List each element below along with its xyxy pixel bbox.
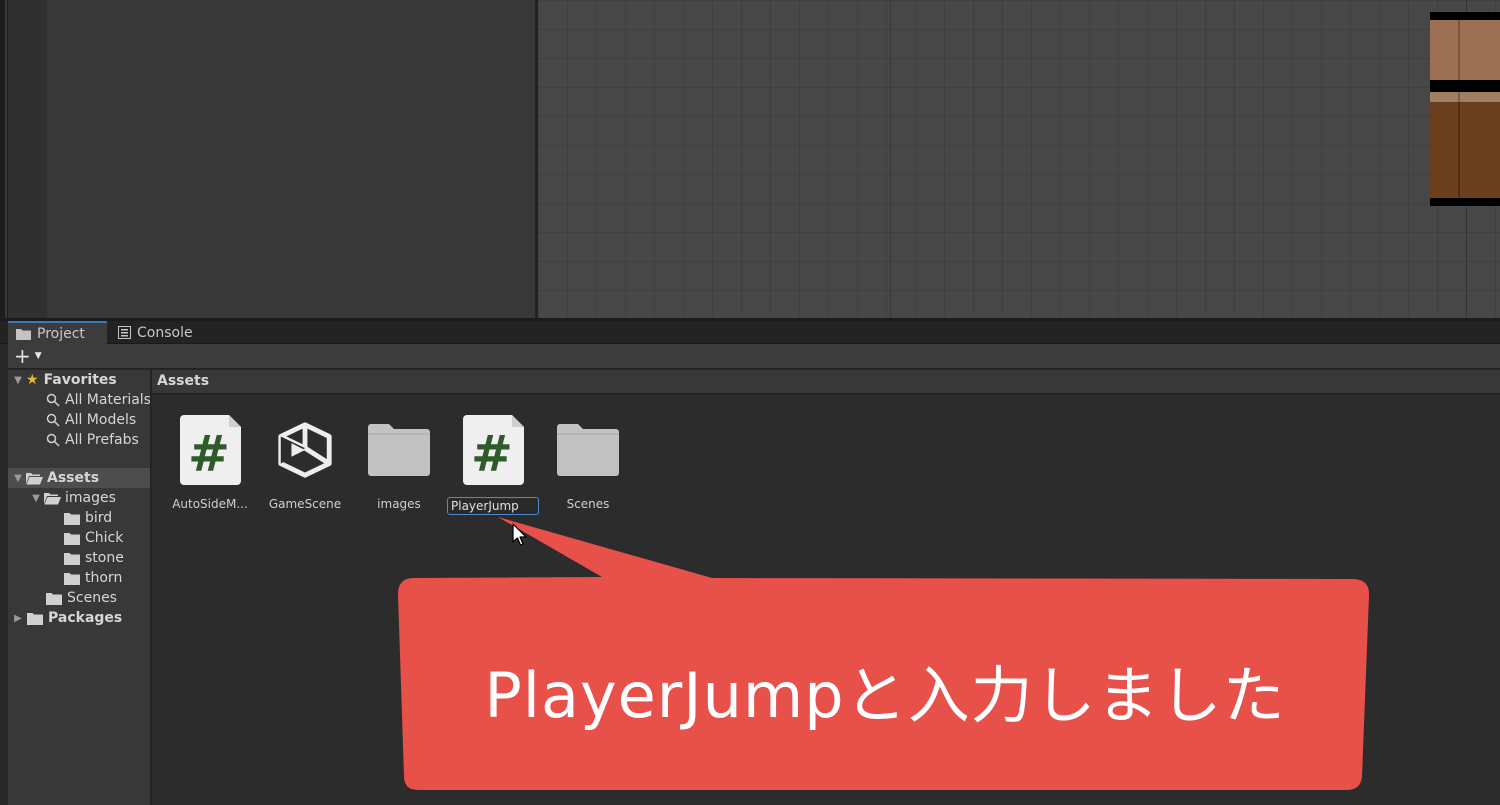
search-icon [46, 413, 60, 427]
tree-packages[interactable]: ▶ Packages [8, 608, 150, 628]
csharp-script-icon: # [462, 415, 524, 485]
asset-gamescene[interactable]: GameScene [258, 410, 352, 511]
csharp-script-icon: # [179, 415, 241, 485]
folder-icon [64, 532, 80, 545]
folder-icon [27, 612, 43, 625]
dropdown-arrow-icon: ▼ [34, 351, 42, 361]
tree-assets[interactable]: ▼ Assets [8, 468, 150, 488]
tree-item-thorn[interactable]: thorn [8, 568, 150, 588]
svg-text:#: # [188, 425, 230, 483]
unity-scene-icon [278, 422, 332, 478]
console-icon [118, 326, 131, 339]
callout-text: PlayerJumpと入力しました [484, 659, 1286, 732]
asset-label: Scenes [566, 497, 610, 511]
tree-item-bird[interactable]: bird [8, 508, 150, 528]
scene-grid-axis [890, 0, 891, 318]
tree-item-all-models[interactable]: All Models [8, 410, 150, 430]
svg-text:#: # [471, 425, 513, 483]
expand-arrow-icon[interactable]: ▼ [12, 375, 24, 386]
tab-console[interactable]: Console [110, 321, 208, 344]
tab-bar: Project Console [0, 321, 1500, 344]
tab-label: Console [137, 324, 193, 341]
hierarchy-panel[interactable] [47, 0, 535, 318]
folder-icon [64, 512, 80, 525]
mouse-cursor-icon [512, 523, 527, 546]
plus-icon: + [14, 344, 31, 368]
asset-label: AutoSideM... [172, 497, 248, 511]
tree-item-stone[interactable]: stone [8, 548, 150, 568]
scene-view[interactable] [538, 0, 1500, 318]
tab-label: Project [37, 325, 85, 342]
search-icon [46, 433, 60, 447]
folder-open-icon [26, 472, 43, 484]
asset-label: GameScene [268, 497, 342, 511]
tree-favorites[interactable]: ▼ ★ Favorites [8, 370, 150, 390]
folder-icon [46, 592, 62, 605]
project-toolbar: + ▼ [8, 344, 1500, 369]
asset-label: images [377, 497, 421, 511]
rename-input[interactable] [447, 497, 539, 515]
hierarchy-gutter [8, 0, 47, 318]
folder-icon [557, 424, 619, 476]
expand-arrow-icon[interactable]: ▼ [30, 493, 42, 504]
folder-open-icon [44, 492, 61, 504]
project-tree[interactable]: ▼ ★ Favorites All Materials All Models A… [8, 370, 151, 805]
folder-icon [16, 328, 31, 340]
ground-sprite[interactable] [1430, 12, 1500, 206]
folder-icon [64, 572, 80, 585]
asset-playerjump[interactable]: # [446, 410, 540, 515]
collapse-arrow-icon[interactable]: ▶ [12, 613, 24, 624]
folder-icon [64, 552, 80, 565]
add-asset-button[interactable]: + ▼ [14, 346, 42, 366]
asset-images-folder[interactable]: images [352, 410, 446, 511]
folder-icon [368, 424, 430, 476]
tree-item-all-materials[interactable]: All Materials [8, 390, 150, 410]
asset-autosidem[interactable]: # AutoSideM... [163, 410, 257, 511]
tree-item-chick[interactable]: Chick [8, 528, 150, 548]
breadcrumb[interactable]: Assets [152, 370, 1500, 394]
tree-item-scenes[interactable]: Scenes [8, 588, 150, 608]
tab-project[interactable]: Project [8, 321, 107, 344]
window-edge [0, 0, 8, 318]
star-icon: ★ [26, 372, 39, 388]
search-icon [46, 393, 60, 407]
expand-arrow-icon[interactable]: ▼ [12, 473, 24, 484]
asset-grid[interactable]: # AutoSideM... GameScene images # Player… [152, 395, 1500, 805]
tree-item-all-prefabs[interactable]: All Prefabs [8, 430, 150, 450]
tree-images[interactable]: ▼ images [8, 488, 150, 508]
asset-scenes-folder[interactable]: Scenes [541, 410, 635, 511]
